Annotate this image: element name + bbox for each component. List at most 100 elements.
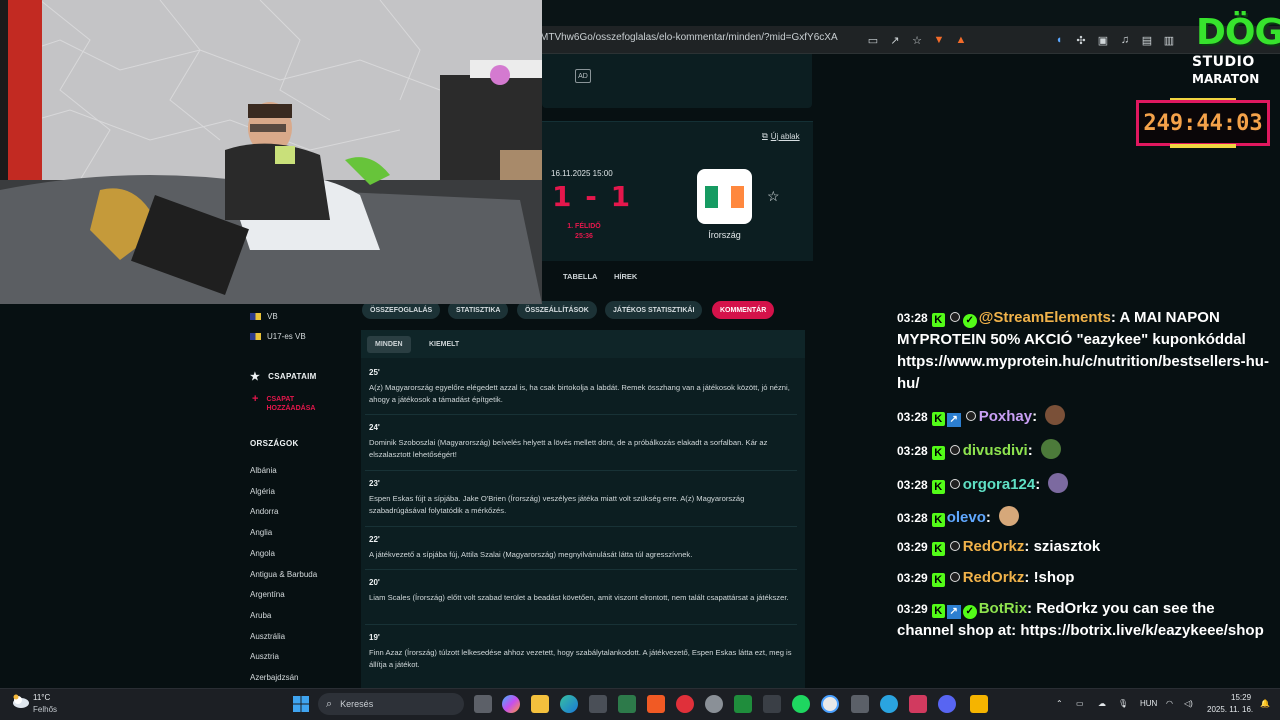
chat-username[interactable]: RedOrkz: [963, 538, 1025, 555]
recorder-icon[interactable]: [676, 695, 694, 713]
tab-manager-icon[interactable]: ▣: [1096, 33, 1110, 47]
country-item[interactable]: Algéria: [250, 487, 275, 496]
media-control-icon[interactable]: ♫: [1118, 33, 1132, 47]
brave-icon[interactable]: [647, 695, 665, 713]
country-item[interactable]: Antigua & Barbuda: [250, 570, 317, 579]
chat-username[interactable]: @StreamElements: [979, 309, 1111, 326]
country-item[interactable]: Angola: [250, 549, 275, 558]
kick-badge-icon: K: [931, 542, 945, 556]
studio-logo-text: STUDIO: [1192, 54, 1255, 70]
settings-gear-icon[interactable]: [705, 695, 723, 713]
subtab-hirek[interactable]: HÍREK: [614, 272, 637, 281]
tab-jatekos-statisztikai[interactable]: JÁTÉKOS STATISZTIKÁI: [605, 301, 703, 319]
filter-minden[interactable]: MINDEN: [367, 336, 411, 353]
wifi-icon[interactable]: ◠: [1166, 699, 1173, 708]
away-team-name[interactable]: Írország: [697, 230, 752, 240]
store-icon[interactable]: [589, 695, 607, 713]
tab-kommentar[interactable]: KOMMENTÁR: [712, 301, 775, 319]
spotify-icon[interactable]: [792, 695, 810, 713]
taskbar-search[interactable]: ⌕ Keresés: [318, 693, 464, 715]
address-bar-actions: ▭ ↗ ☆ ▼ ▲: [866, 30, 968, 50]
event-divider: [365, 569, 797, 570]
chat-username[interactable]: olevo: [947, 509, 986, 526]
audio-icon[interactable]: ◖: [1052, 33, 1066, 47]
country-item[interactable]: Ausztria: [250, 652, 279, 661]
chat-username[interactable]: RedOrkz: [963, 569, 1025, 586]
kick-badge-icon: K: [931, 480, 945, 494]
excel-icon[interactable]: [618, 695, 636, 713]
copilot-icon[interactable]: [502, 695, 520, 713]
calculator-icon[interactable]: [851, 695, 869, 713]
address-bar[interactable]: MTVhw6Go/osszefoglalas/elo-kommentar/min…: [540, 32, 838, 43]
country-item[interactable]: Aruba: [250, 611, 271, 620]
xbox-icon[interactable]: [734, 695, 752, 713]
brave-shields-icon[interactable]: ▼: [932, 33, 946, 47]
discord-icon[interactable]: [938, 695, 956, 713]
chat-message: 03:28 Kdivusdivi:: [897, 439, 1273, 462]
chat-message: 03:28 Korgora124:: [897, 473, 1273, 496]
chat-separator: :: [1032, 408, 1042, 425]
chat-username[interactable]: orgora124: [963, 476, 1036, 493]
country-item[interactable]: Albánia: [250, 466, 277, 475]
add-team-button[interactable]: + CSAPAT HOZZÁADÁSA: [252, 394, 326, 413]
wallet-icon[interactable]: ▥: [1162, 33, 1176, 47]
match-score: 1 - 1: [552, 180, 633, 213]
star-icon: ★: [250, 371, 261, 383]
new-window-link[interactable]: ⧉ Új ablak: [762, 131, 800, 141]
volume-icon[interactable]: ◁): [1184, 699, 1193, 708]
share-icon[interactable]: ↗: [888, 33, 902, 47]
tray-overflow-chevron-icon[interactable]: ⌃: [1056, 699, 1063, 708]
chat-timestamp: 03:29: [897, 540, 928, 554]
windows-start-icon[interactable]: [293, 696, 309, 712]
country-item[interactable]: Anglia: [250, 528, 272, 537]
cloudy-weather-icon[interactable]: [12, 694, 30, 708]
cast-icon[interactable]: ▭: [866, 33, 880, 47]
filter-kiemelt[interactable]: KIEMELT: [421, 336, 467, 353]
bookmark-icon[interactable]: ☆: [910, 33, 924, 47]
subscriber-badge-icon: [965, 411, 976, 421]
telegram-icon[interactable]: [880, 695, 898, 713]
chat-username[interactable]: divusdivi: [963, 442, 1028, 459]
notepad-icon[interactable]: [763, 695, 781, 713]
ireland-flag-icon: [704, 185, 745, 208]
chat-username[interactable]: BotRix: [979, 600, 1027, 617]
brave-rewards-icon[interactable]: ▲: [954, 33, 968, 47]
app-icon[interactable]: [909, 695, 927, 713]
extensions-bar: ◖ ✣ ▣ ♫ ▤ ▥: [1052, 30, 1176, 50]
weather-temperature[interactable]: 11°C: [33, 693, 50, 702]
chat-separator: :: [1027, 600, 1037, 617]
event-text: Espen Eskas fújt a sípjába. Jake O'Brien…: [369, 494, 745, 515]
taskbar-date[interactable]: 2025. 11. 16.: [1207, 705, 1253, 714]
flag-stripe-white: [717, 185, 732, 208]
rockstar-launcher-icon[interactable]: [970, 695, 988, 713]
weather-condition[interactable]: Felhős: [33, 705, 57, 714]
cloud-icon[interactable]: ☁: [1098, 699, 1106, 708]
microphone-icon[interactable]: 🎙: [1118, 699, 1128, 708]
extensions-icon[interactable]: ✣: [1074, 33, 1088, 47]
edge-icon[interactable]: [560, 695, 578, 713]
country-item[interactable]: Ausztrália: [250, 632, 285, 641]
sidebar-item-u17-vb[interactable]: U17-es VB: [250, 332, 306, 341]
language-indicator[interactable]: HUN: [1140, 699, 1157, 708]
favorite-star-icon[interactable]: ☆: [767, 188, 780, 205]
sidebar-item-vb[interactable]: VB: [250, 312, 278, 321]
file-explorer-icon[interactable]: [531, 695, 549, 713]
notification-bell-icon[interactable]: 🔔: [1260, 699, 1270, 708]
subtab-tabella[interactable]: TABELLA: [563, 272, 597, 281]
taskbar-time[interactable]: 15:29: [1231, 693, 1251, 702]
search-icon: ⌕: [326, 697, 333, 710]
network-icon[interactable]: ▭: [1076, 699, 1084, 708]
country-item[interactable]: Argentína: [250, 590, 285, 599]
event-text: A játékvezető a sípjába fúj, Attila Szal…: [369, 550, 693, 559]
event-minute: 20': [369, 578, 380, 587]
away-team-logo[interactable]: [697, 169, 752, 224]
country-item[interactable]: Andorra: [250, 507, 278, 516]
chat-message: 03:29 K RedOrkz: !shop: [897, 567, 1273, 589]
country-item[interactable]: Azerbajdzsán: [250, 673, 298, 682]
flag-stripe-orange: [731, 185, 745, 208]
task-view-icon[interactable]: [474, 695, 492, 713]
kick-badge-icon: K: [931, 313, 945, 327]
chat-username[interactable]: Poxhay: [979, 408, 1032, 425]
sidebar-icon[interactable]: ▤: [1140, 33, 1154, 47]
obs-icon[interactable]: [821, 695, 839, 713]
